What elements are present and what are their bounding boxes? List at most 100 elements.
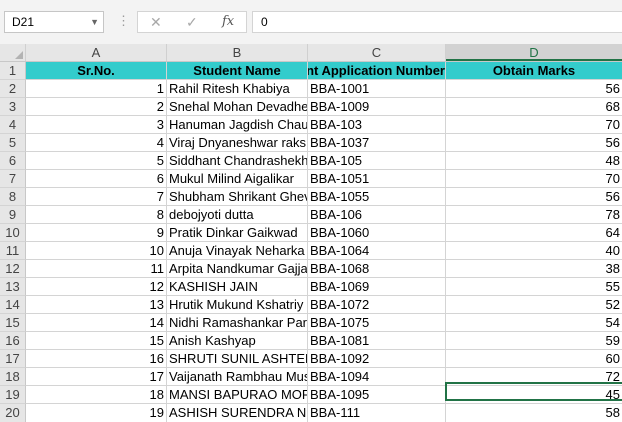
- row-header[interactable]: 18: [0, 368, 26, 386]
- cell-application-number[interactable]: BBA-1060: [308, 224, 446, 242]
- cell-obtain-marks[interactable]: 56: [446, 188, 622, 206]
- cell-sr-no[interactable]: 2: [26, 98, 167, 116]
- cell-student-name[interactable]: Siddhant Chandrashekh: [167, 152, 308, 170]
- cell-application-number[interactable]: BBA-1051: [308, 170, 446, 188]
- row-header[interactable]: 6: [0, 152, 26, 170]
- cell-obtain-marks[interactable]: 58: [446, 404, 622, 422]
- row-header[interactable]: 15: [0, 314, 26, 332]
- cell-obtain-marks[interactable]: 40: [446, 242, 622, 260]
- cell-application-number[interactable]: BBA-1075: [308, 314, 446, 332]
- column-header-c[interactable]: C: [308, 44, 446, 61]
- cell-application-number[interactable]: BBA-1094: [308, 368, 446, 386]
- cell-application-number[interactable]: BBA-1055: [308, 188, 446, 206]
- cell-obtain-marks[interactable]: 54: [446, 314, 622, 332]
- header-cell-student-name[interactable]: Student Name: [167, 62, 308, 80]
- insert-function-icon[interactable]: fx: [222, 12, 234, 32]
- cell-application-number[interactable]: BBA-1092: [308, 350, 446, 368]
- cell-sr-no[interactable]: 17: [26, 368, 167, 386]
- column-header-b[interactable]: B: [167, 44, 308, 61]
- row-header[interactable]: 17: [0, 350, 26, 368]
- row-header[interactable]: 12: [0, 260, 26, 278]
- cell-application-number[interactable]: BBA-1001: [308, 80, 446, 98]
- cell-student-name[interactable]: Vaijanath Rambhau Mus: [167, 368, 308, 386]
- cell-sr-no[interactable]: 13: [26, 296, 167, 314]
- enter-icon[interactable]: ✓: [186, 12, 198, 32]
- cell-student-name[interactable]: Hanuman Jagdish Chau: [167, 116, 308, 134]
- column-header-d[interactable]: D: [446, 44, 622, 61]
- row-header[interactable]: 1: [0, 62, 26, 80]
- row-header[interactable]: 3: [0, 98, 26, 116]
- cell-obtain-marks[interactable]: 56: [446, 134, 622, 152]
- row-header[interactable]: 14: [0, 296, 26, 314]
- cell-application-number[interactable]: BBA-106: [308, 206, 446, 224]
- cell-sr-no[interactable]: 18: [26, 386, 167, 404]
- cell-obtain-marks[interactable]: 64: [446, 224, 622, 242]
- cell-student-name[interactable]: Hrutik Mukund Kshatriy: [167, 296, 308, 314]
- cell-student-name[interactable]: Nidhi Ramashankar Par: [167, 314, 308, 332]
- header-cell-sr-no[interactable]: Sr.No.: [26, 62, 167, 80]
- cell-student-name[interactable]: Rahil Ritesh Khabiya: [167, 80, 308, 98]
- name-box[interactable]: D21 ▼: [4, 11, 104, 33]
- cell-sr-no[interactable]: 6: [26, 170, 167, 188]
- cell-student-name[interactable]: Arpita Nandkumar Gajja: [167, 260, 308, 278]
- row-header[interactable]: 16: [0, 332, 26, 350]
- cell-obtain-marks[interactable]: 70: [446, 116, 622, 134]
- row-header[interactable]: 13: [0, 278, 26, 296]
- cell-sr-no[interactable]: 19: [26, 404, 167, 422]
- cell-sr-no[interactable]: 14: [26, 314, 167, 332]
- cell-student-name[interactable]: Mukul Milind Aigalikar: [167, 170, 308, 188]
- cell-student-name[interactable]: ASHISH SURENDRA N: [167, 404, 308, 422]
- cell-student-name[interactable]: debojyoti dutta: [167, 206, 308, 224]
- cell-obtain-marks[interactable]: 55: [446, 278, 622, 296]
- cell-application-number[interactable]: BBA-1068: [308, 260, 446, 278]
- cell-sr-no[interactable]: 5: [26, 152, 167, 170]
- row-header[interactable]: 19: [0, 386, 26, 404]
- cell-application-number[interactable]: BBA-103: [308, 116, 446, 134]
- formula-input[interactable]: 0: [252, 11, 622, 33]
- cell-student-name[interactable]: SHRUTI SUNIL ASHTEK: [167, 350, 308, 368]
- cell-obtain-marks[interactable]: 72: [446, 368, 622, 386]
- cell-application-number[interactable]: BBA-1037: [308, 134, 446, 152]
- cell-sr-no[interactable]: 11: [26, 260, 167, 278]
- cell-sr-no[interactable]: 15: [26, 332, 167, 350]
- row-header[interactable]: 7: [0, 170, 26, 188]
- row-header[interactable]: 2: [0, 80, 26, 98]
- header-cell-obtain-marks[interactable]: Obtain Marks: [446, 62, 622, 80]
- cell-obtain-marks[interactable]: 59: [446, 332, 622, 350]
- chevron-down-icon[interactable]: ▼: [90, 12, 99, 32]
- cell-obtain-marks[interactable]: 48: [446, 152, 622, 170]
- cell-student-name[interactable]: KASHISH JAIN: [167, 278, 308, 296]
- cell-obtain-marks[interactable]: 45: [446, 386, 622, 404]
- cell-sr-no[interactable]: 8: [26, 206, 167, 224]
- row-header[interactable]: 4: [0, 116, 26, 134]
- cell-student-name[interactable]: Anuja Vinayak Neharka: [167, 242, 308, 260]
- cell-obtain-marks[interactable]: 56: [446, 80, 622, 98]
- cell-sr-no[interactable]: 9: [26, 224, 167, 242]
- row-header[interactable]: 5: [0, 134, 26, 152]
- row-header[interactable]: 11: [0, 242, 26, 260]
- cell-student-name[interactable]: Viraj Dnyaneshwar raks: [167, 134, 308, 152]
- cell-student-name[interactable]: Anish Kashyap: [167, 332, 308, 350]
- cell-sr-no[interactable]: 10: [26, 242, 167, 260]
- cell-application-number[interactable]: BBA-111: [308, 404, 446, 422]
- cell-sr-no[interactable]: 7: [26, 188, 167, 206]
- cancel-icon[interactable]: ✕: [150, 12, 162, 32]
- select-all-button[interactable]: [0, 44, 26, 61]
- cell-obtain-marks[interactable]: 52: [446, 296, 622, 314]
- cell-student-name[interactable]: Pratik Dinkar Gaikwad: [167, 224, 308, 242]
- row-header[interactable]: 9: [0, 206, 26, 224]
- cell-obtain-marks[interactable]: 38: [446, 260, 622, 278]
- cell-sr-no[interactable]: 4: [26, 134, 167, 152]
- cell-sr-no[interactable]: 3: [26, 116, 167, 134]
- cell-obtain-marks[interactable]: 60: [446, 350, 622, 368]
- cell-application-number[interactable]: BBA-1072: [308, 296, 446, 314]
- row-header[interactable]: 10: [0, 224, 26, 242]
- header-cell-application-number[interactable]: Student Application Number: [308, 62, 446, 80]
- cell-sr-no[interactable]: 16: [26, 350, 167, 368]
- cell-obtain-marks[interactable]: 70: [446, 170, 622, 188]
- cell-application-number[interactable]: BBA-1081: [308, 332, 446, 350]
- cell-application-number[interactable]: BBA-1095: [308, 386, 446, 404]
- cell-student-name[interactable]: Shubham Shrikant Ghev: [167, 188, 308, 206]
- cell-student-name[interactable]: Snehal Mohan Devadhe: [167, 98, 308, 116]
- cell-sr-no[interactable]: 12: [26, 278, 167, 296]
